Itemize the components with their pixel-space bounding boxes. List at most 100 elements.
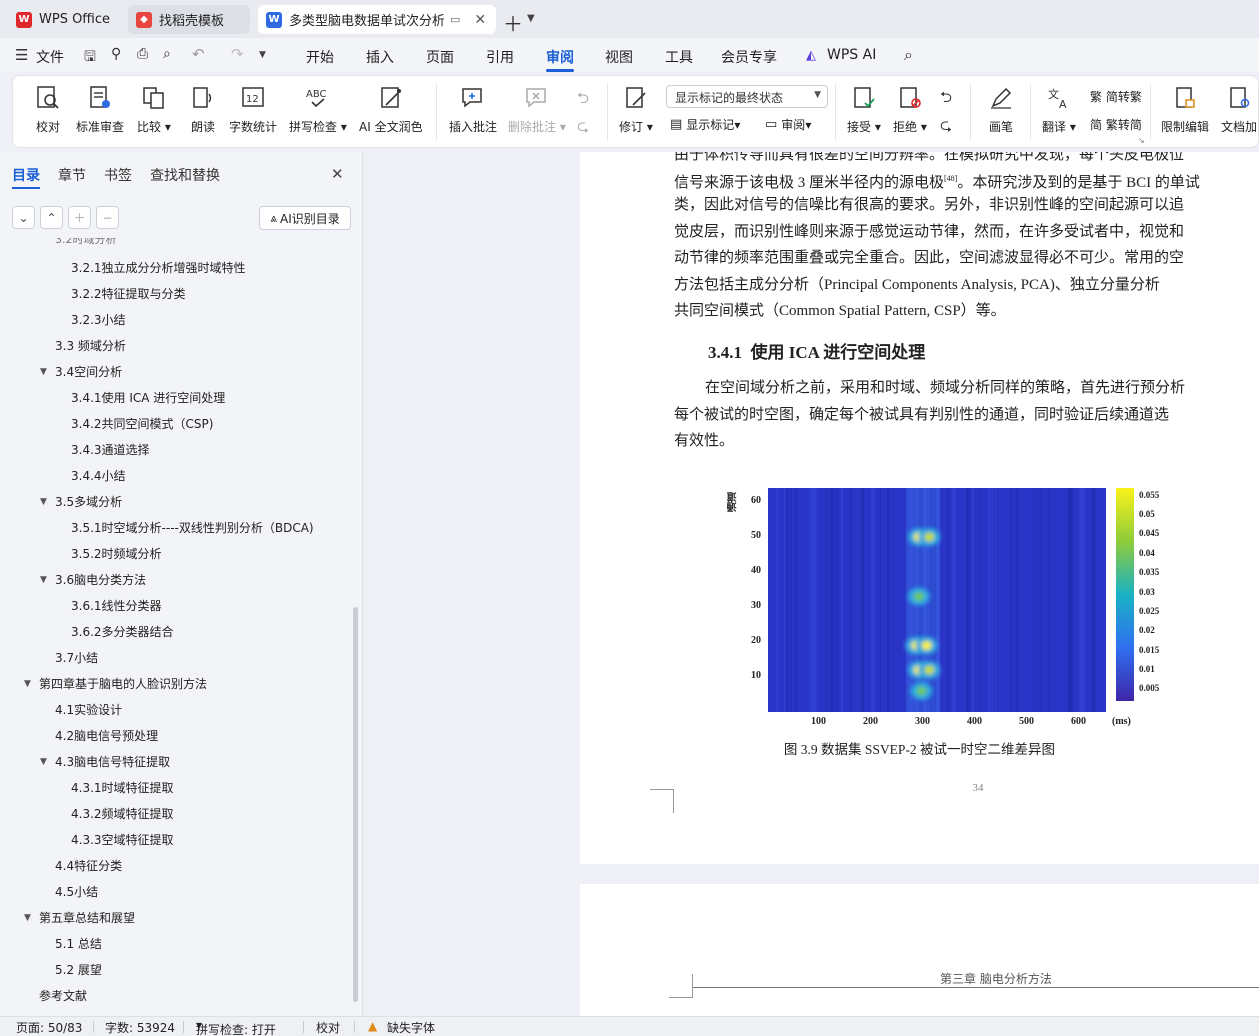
print-icon[interactable]: ⎙ bbox=[137, 46, 148, 62]
accept-button[interactable]: 接受 ▾ bbox=[847, 84, 881, 135]
pen-button[interactable]: 画笔 bbox=[986, 84, 1016, 135]
menu-wps-ai[interactable]: WPS AI bbox=[827, 47, 876, 63]
toc-item[interactable]: 4.1实验设计 bbox=[55, 700, 122, 720]
next-change-icon[interactable]: ⮎ bbox=[940, 115, 952, 140]
toc-item[interactable]: 4.2脑电信号预处理 bbox=[55, 726, 158, 746]
toc-item[interactable]: 4.5小结 bbox=[55, 882, 98, 902]
document-page-35[interactable]: 第三章 脑电分析方法 bbox=[580, 884, 1259, 1016]
menu-file[interactable]: 文件 bbox=[36, 47, 64, 67]
nav-tab-toc[interactable]: 目录 bbox=[12, 165, 40, 189]
toc-item[interactable]: 第五章总结和展望 bbox=[39, 908, 135, 928]
toc-item[interactable]: 参考文献 bbox=[39, 986, 87, 1006]
menu-insert[interactable]: 插入 bbox=[366, 47, 394, 67]
nav-tab-chapters[interactable]: 章节 bbox=[58, 165, 86, 185]
toc-item[interactable]: 3.6脑电分类方法 bbox=[55, 570, 146, 590]
toc-item[interactable]: 3.5.1时空域分析----双线性判别分析（BDCA) bbox=[71, 518, 314, 538]
toc-item[interactable]: 3.7小结 bbox=[55, 648, 98, 668]
show-markup-button[interactable]: ▤ 显示标记 ▾ bbox=[670, 116, 740, 133]
toc-scrollbar[interactable] bbox=[353, 607, 358, 1002]
toc-item[interactable]: 4.3.3空域特征提取 bbox=[71, 830, 174, 850]
track-changes-button[interactable]: 修订 ▾ bbox=[619, 84, 653, 135]
ai-polish-button[interactable]: AI 全文润色 bbox=[359, 84, 423, 135]
toc-item[interactable]: 3.2.2特征提取与分类 bbox=[71, 284, 186, 304]
toc-item[interactable]: 3.3 频域分析 bbox=[55, 336, 126, 356]
toc-item[interactable]: 4.3.1时域特征提取 bbox=[71, 778, 174, 798]
word-count-button[interactable]: 12 字数统计 bbox=[229, 84, 277, 135]
tab-list-chevron-icon[interactable]: ▼ bbox=[527, 13, 535, 24]
ai-toc-button[interactable]: ⩓ AI识别目录 bbox=[259, 206, 351, 230]
ribbon-expand-icon[interactable]: ↘ bbox=[1138, 136, 1145, 145]
status-proofread[interactable]: 校对 bbox=[316, 1019, 340, 1036]
share-icon[interactable]: ⚲ bbox=[111, 46, 121, 62]
toc-item[interactable]: 3.4.4小结 bbox=[71, 466, 126, 486]
toc-item[interactable]: 4.3脑电信号特征提取 bbox=[55, 752, 170, 772]
to-traditional-button[interactable]: 繁 简转繁 bbox=[1090, 88, 1142, 105]
toc-item[interactable]: 5.1 总结 bbox=[55, 934, 102, 954]
review-pane-button[interactable]: ▭ 审阅 ▾ bbox=[765, 116, 811, 133]
toc-item[interactable]: 3.2.3小结 bbox=[71, 310, 126, 330]
tab-docer-templates[interactable]: ◆ 找稻壳模板 bbox=[128, 5, 250, 34]
toc-item[interactable]: 4.4特征分类 bbox=[55, 856, 122, 876]
nav-tab-bookmarks[interactable]: 书签 bbox=[104, 165, 132, 185]
expand-caret-icon[interactable]: ▼ bbox=[24, 913, 31, 923]
undo-icon[interactable]: ↶ bbox=[192, 45, 205, 63]
expand-caret-icon[interactable]: ▼ bbox=[40, 757, 47, 767]
close-pane-icon[interactable]: ✕ bbox=[331, 165, 344, 183]
toc-item[interactable]: 3.4空间分析 bbox=[55, 362, 122, 382]
toc-item[interactable]: 3.6.1线性分类器 bbox=[71, 596, 162, 616]
previous-comment-icon[interactable]: ⮌ bbox=[577, 88, 589, 113]
to-simplified-button[interactable]: 简 繁转简 bbox=[1090, 116, 1142, 133]
display-mode-dropdown[interactable]: 显示标记的最终状态 ▼ bbox=[666, 85, 828, 108]
restrict-edit-button[interactable]: 限制编辑 bbox=[1161, 84, 1209, 135]
toc-item[interactable]: 5.2 展望 bbox=[55, 960, 102, 980]
insert-comment-button[interactable]: 插入批注 bbox=[449, 84, 497, 135]
document-page-34[interactable]: 由于体积传导而具有很差的空间分辨率。在模拟研究中发现，每个头皮电极位 信号来源于… bbox=[580, 152, 1259, 864]
status-missing-font[interactable]: 缺失字体 bbox=[387, 1019, 435, 1036]
toc-item[interactable]: 4.3.2频域特征提取 bbox=[71, 804, 174, 824]
nav-tab-find-replace[interactable]: 查找和替换 bbox=[150, 165, 220, 185]
print-preview-icon[interactable]: ⌕ bbox=[163, 46, 171, 62]
toc-item[interactable]: 3.6.2多分类器结合 bbox=[71, 622, 174, 642]
menu-view[interactable]: 视图 bbox=[605, 47, 633, 67]
delete-comment-button[interactable]: 删除批注 ▾ bbox=[508, 84, 566, 135]
search-icon[interactable]: ⌕ bbox=[904, 45, 913, 65]
compare-button[interactable]: 比较 ▾ bbox=[137, 84, 171, 135]
status-word-count[interactable]: 字数: 53924 bbox=[105, 1019, 175, 1036]
toc-item[interactable]: 3.2.1独立成分分析增强时域特性 bbox=[71, 258, 246, 278]
translate-button[interactable]: 文A 翻译 ▾ bbox=[1042, 84, 1076, 135]
expand-caret-icon[interactable]: ▼ bbox=[40, 575, 47, 585]
toc-item[interactable]: 3.5.2时频域分析 bbox=[71, 544, 162, 564]
tab-wps-office[interactable]: W WPS Office bbox=[8, 5, 120, 34]
menu-references[interactable]: 引用 bbox=[486, 47, 514, 67]
previous-change-icon[interactable]: ⮌ bbox=[940, 87, 952, 112]
toc-item[interactable]: 3.4.1使用 ICA 进行空间处理 bbox=[71, 388, 225, 408]
toc-item[interactable]: 3.4.3通道选择 bbox=[71, 440, 150, 460]
menu-review[interactable]: 审阅 bbox=[546, 47, 574, 72]
quick-access-chevron-icon[interactable]: ▼ bbox=[259, 50, 266, 60]
status-page[interactable]: 页面: 50/83 bbox=[16, 1019, 82, 1036]
reject-button[interactable]: 拒绝 ▾ bbox=[893, 84, 927, 135]
standard-review-button[interactable]: 标准审查 bbox=[76, 84, 124, 135]
new-tab-icon[interactable]: ＋ bbox=[503, 8, 523, 37]
monitor-icon[interactable]: ▭ bbox=[450, 13, 460, 26]
toc-item[interactable]: 3.4.2共同空间模式（CSP) bbox=[71, 414, 213, 434]
document-encrypt-button[interactable]: 文档加 bbox=[1221, 84, 1257, 135]
menu-membership[interactable]: 会员专享 bbox=[721, 47, 777, 67]
menu-home[interactable]: 开始 bbox=[306, 47, 334, 67]
expand-caret-icon[interactable]: ▼ bbox=[40, 497, 47, 507]
spell-check-button[interactable]: ABC 拼写检查 ▾ bbox=[289, 84, 347, 135]
collapse-all-button[interactable]: ⌄ bbox=[12, 206, 35, 229]
redo-icon[interactable]: ↷ bbox=[231, 45, 244, 63]
tab-document[interactable]: W 多类型脑电数据单试次分析的 ▭ ✕ bbox=[258, 5, 496, 34]
proofread-button[interactable]: 校对 bbox=[33, 84, 63, 135]
add-heading-button[interactable]: ＋ bbox=[68, 206, 91, 229]
next-comment-icon[interactable]: ⮎ bbox=[577, 116, 589, 141]
hamburger-icon[interactable]: ☰ bbox=[15, 46, 28, 64]
expand-caret-icon[interactable]: ▼ bbox=[40, 367, 47, 377]
expand-up-button[interactable]: ⌃ bbox=[40, 206, 63, 229]
read-aloud-button[interactable]: 朗读 bbox=[188, 84, 218, 135]
toc-item[interactable]: 第四章基于脑电的人脸识别方法 bbox=[39, 674, 207, 694]
expand-caret-icon[interactable]: ▼ bbox=[24, 679, 31, 689]
save-icon[interactable]: 🖫 bbox=[84, 46, 96, 70]
toc-item[interactable]: 3.5多域分析 bbox=[55, 492, 122, 512]
